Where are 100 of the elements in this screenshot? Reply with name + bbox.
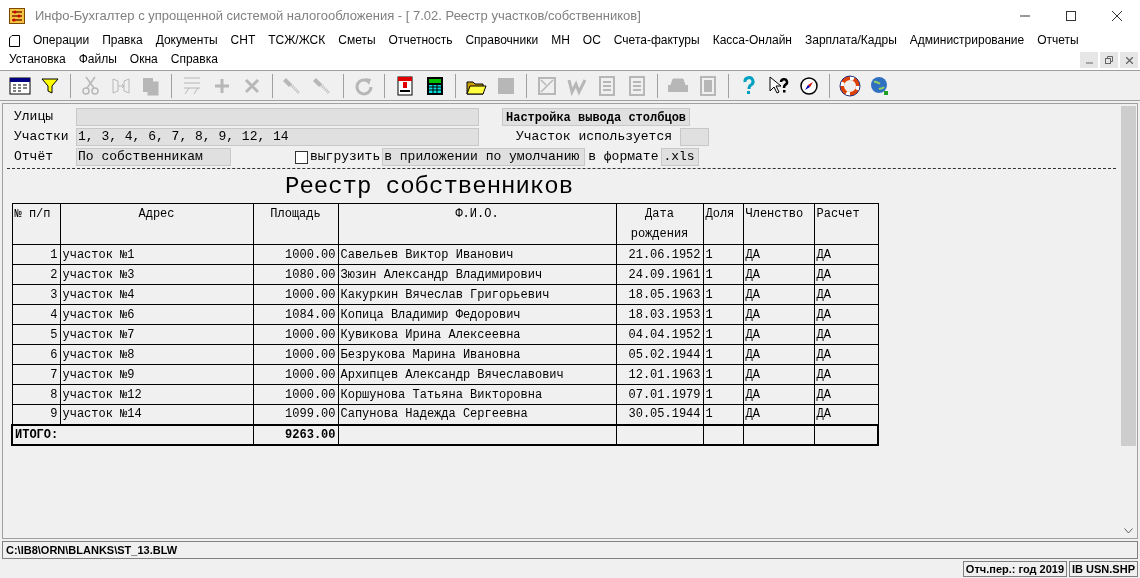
table-cell: ДА xyxy=(743,304,814,325)
table-cell: ДА xyxy=(814,264,878,285)
table-cell: участок №8 xyxy=(60,344,253,365)
table-cell: Архипцев Александр Вячеславович xyxy=(338,364,616,385)
table-cell: ДА xyxy=(814,244,878,265)
table-cell: 18.03.1953 xyxy=(616,304,703,325)
status-text: Отч.пер.: год 2019 xyxy=(962,561,1068,577)
input-field[interactable]: По собственникам xyxy=(76,148,231,166)
column-settings-button[interactable]: Настройка вывода столбцов xyxy=(502,108,691,126)
table-cell: 1 xyxy=(703,324,743,345)
menu-item[interactable]: Документы xyxy=(155,31,218,50)
dropdown-field[interactable]: в приложении по умолчанию xyxy=(382,148,586,166)
menu-item[interactable]: Счета-фактуры xyxy=(613,31,700,50)
table-cell: 5 xyxy=(12,324,60,345)
checkbox[interactable] xyxy=(295,150,308,164)
table-cell: ДА xyxy=(814,404,878,425)
menu-item[interactable]: ОС xyxy=(582,31,601,50)
table-cell: 1 xyxy=(703,364,743,385)
table-icon xyxy=(9,74,31,97)
menu-item[interactable]: Окна xyxy=(129,50,158,69)
menu-item[interactable]: Файлы xyxy=(78,50,117,69)
column-header: № п/п xyxy=(12,203,60,245)
menu-item[interactable]: Справочники xyxy=(465,31,539,50)
column-header: Доля xyxy=(703,203,743,245)
table-cell: участок №9 xyxy=(60,364,253,385)
table-cell: Кувикова Ирина Алексеевна xyxy=(338,324,616,345)
menu-item[interactable]: СНТ xyxy=(230,31,256,50)
menu-item[interactable]: Операции xyxy=(33,31,90,50)
menu-item[interactable]: Отчетность xyxy=(388,31,453,50)
table-cell: участок №14 xyxy=(60,404,253,425)
table-cell: Зюзин Александр Владимирович xyxy=(338,264,616,285)
table-cell: 04.04.1952 xyxy=(616,324,703,345)
table-cell: 1 xyxy=(703,404,743,425)
table-cell: 6 xyxy=(12,344,60,365)
scrollbar-thumb[interactable] xyxy=(1121,106,1136,446)
table-cell: 9 xyxy=(12,404,60,425)
mdi-restore-button[interactable] xyxy=(1100,52,1118,68)
table-cell: ДА xyxy=(743,384,814,405)
table-cell: 18.05.1963 xyxy=(616,284,703,305)
field-label: Участок используется xyxy=(516,128,674,147)
status-text: IB USN.SHP xyxy=(1069,561,1138,577)
table-cell: 1000.00 xyxy=(253,344,338,365)
table-cell: 1 xyxy=(703,264,743,285)
table-cell: 1084.00 xyxy=(253,304,338,325)
table-cell: 05.02.1944 xyxy=(616,344,703,365)
input-field[interactable]: 1, 3, 4, 6, 7, 8, 9, 12, 14 xyxy=(76,128,479,146)
compass-icon xyxy=(798,74,820,97)
table-cell: участок №12 xyxy=(60,384,253,405)
menu-item[interactable]: МН xyxy=(551,31,570,50)
page-icon xyxy=(697,74,719,97)
table-cell: 1000.00 xyxy=(253,324,338,345)
menu-item[interactable]: Отчеты xyxy=(1037,31,1079,50)
input-field[interactable] xyxy=(680,128,709,146)
table-cell: 24.09.1961 xyxy=(616,264,703,285)
table-cell: ДА xyxy=(743,404,814,425)
table-cell: Коршунова Татьяна Викторовна xyxy=(338,384,616,405)
menu-item[interactable]: Зарплата/Кадры xyxy=(804,31,897,50)
window-title: Инфо-Бухгалтер с упрощенной системой налогообложения - [ 7.02. Реестр участков/собственников] xyxy=(35,6,641,25)
table-cell: ДА xyxy=(743,244,814,265)
table-cell: 1 xyxy=(12,244,60,265)
app-icon xyxy=(9,7,25,24)
document-icon xyxy=(626,74,648,97)
menu-item[interactable]: ТСЖ/ЖСК xyxy=(268,31,326,50)
table-cell: 1 xyxy=(703,344,743,365)
table-cell: ДА xyxy=(814,284,878,305)
menu-item[interactable]: Касса-Онлайн xyxy=(712,31,792,50)
table-cell: Безрукова Марина Ивановна xyxy=(338,344,616,365)
lifebuoy-button[interactable] xyxy=(838,73,862,98)
column-header: Дата рождения xyxy=(616,203,703,245)
table-cell: 1 xyxy=(703,304,743,325)
table-cell: Какуркин Вячеслав Григорьевич xyxy=(338,284,616,305)
lifebuoy-icon xyxy=(839,74,861,97)
table-cell: ДА xyxy=(814,304,878,325)
menu-item[interactable]: Правка xyxy=(102,31,143,50)
document-icon[interactable] xyxy=(9,34,20,47)
column-header: Адрес xyxy=(60,203,253,245)
menu-item[interactable]: Сметы xyxy=(338,31,376,50)
column-header: Расчет xyxy=(814,203,878,245)
table-cell: 1000.00 xyxy=(253,284,338,305)
table-cell: участок №6 xyxy=(60,304,253,325)
table-cell: ДА xyxy=(743,344,814,365)
table-cell: 1080.00 xyxy=(253,264,338,285)
mdi-minimize-button[interactable] xyxy=(1080,52,1098,68)
dropdown-field[interactable]: .xls xyxy=(661,148,700,166)
table-cell: участок №4 xyxy=(60,284,253,305)
scroll-down-icon[interactable] xyxy=(1124,528,1133,534)
table-cell: 1000.00 xyxy=(253,364,338,385)
menu-item[interactable]: Справка xyxy=(170,50,218,69)
file-path: C:\IB8\ORN\BLANKS\ST_13.BLW xyxy=(6,542,178,558)
menu-item[interactable]: Установка xyxy=(9,50,66,69)
table-cell: 1 xyxy=(703,384,743,405)
input-field[interactable] xyxy=(76,108,479,126)
table-cell: ДА xyxy=(743,284,814,305)
field-label: Участки xyxy=(14,128,70,147)
close-icon xyxy=(1125,56,1133,64)
table-cell: участок №1 xyxy=(60,244,253,265)
scissors-icon xyxy=(80,74,102,97)
menu-item[interactable]: Администрирование xyxy=(909,31,1025,50)
calendar-icon xyxy=(394,74,416,97)
mdi-close-button[interactable] xyxy=(1120,52,1138,68)
